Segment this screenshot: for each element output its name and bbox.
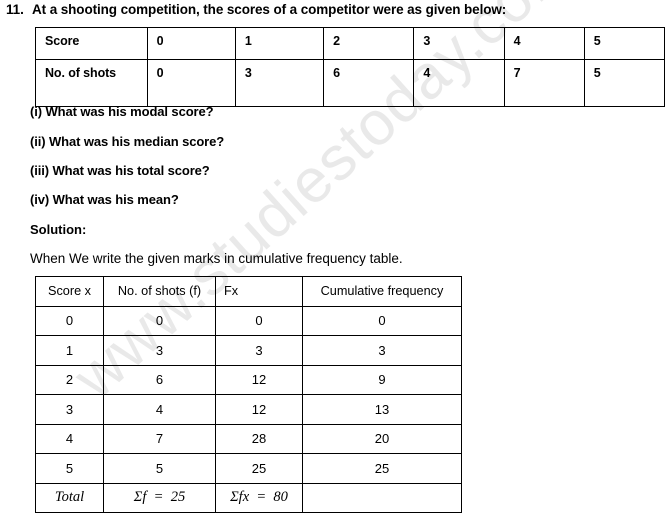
table-row: 0 0 0 0 bbox=[35, 305, 462, 336]
solution-label: Solution: bbox=[30, 222, 87, 237]
table-cell: 0 bbox=[35, 305, 104, 336]
table-cell: 5 bbox=[583, 59, 666, 107]
table-cell: 9 bbox=[302, 364, 462, 395]
table-cell: 2 bbox=[35, 364, 104, 395]
table-cell: 6 bbox=[323, 59, 415, 107]
table-header-row: Score x No. of shots (f) Fx Cumulative f… bbox=[35, 276, 462, 307]
table-cell: 25 bbox=[302, 453, 462, 484]
table-cell: 3 bbox=[302, 335, 462, 366]
table-cell: 1 bbox=[234, 27, 325, 60]
table-cell: 12 bbox=[215, 394, 303, 425]
table-row: Score 0 1 2 3 4 5 bbox=[35, 27, 666, 60]
table-cell: 3 bbox=[35, 394, 104, 425]
table-cell: 3 bbox=[103, 335, 216, 366]
document-page: 11. At a shooting competition, the scores… bbox=[0, 0, 670, 513]
table-cell: 0 bbox=[302, 305, 462, 336]
table-cell: 7 bbox=[103, 423, 216, 454]
table-cell: 1 bbox=[35, 335, 104, 366]
table-total-row: Total Σf = 25 Σfx = 80 bbox=[35, 482, 462, 513]
table-row: 4 7 28 20 bbox=[35, 423, 462, 454]
table-cell: 12 bbox=[215, 364, 303, 395]
column-header-shots: No. of shots (f) bbox=[103, 276, 216, 307]
table-cell: 13 bbox=[302, 394, 462, 425]
subquestion-ii: (ii) What was his median score? bbox=[30, 134, 225, 149]
scores-table: Score 0 1 2 3 4 5 No. of shots 0 3 6 4 7… bbox=[35, 27, 666, 107]
table-cell: 5 bbox=[103, 453, 216, 484]
table-cell: 4 bbox=[503, 27, 585, 60]
table-row: No. of shots 0 3 6 4 7 5 bbox=[35, 59, 666, 107]
column-header-score-x: Score x bbox=[35, 276, 104, 307]
table-cell: 2 bbox=[323, 27, 415, 60]
table-cell: 5 bbox=[583, 27, 666, 60]
table-cell: 4 bbox=[413, 59, 505, 107]
scores-row-label: Score bbox=[35, 27, 148, 60]
column-header-cumulative-frequency: Cumulative frequency bbox=[302, 276, 462, 307]
subquestion-iv: (iv) What was his mean? bbox=[30, 192, 179, 207]
table-cell: 0 bbox=[215, 305, 303, 336]
table-row: 2 6 12 9 bbox=[35, 364, 462, 395]
table-cell: 0 bbox=[146, 27, 236, 60]
table-cell: 28 bbox=[215, 423, 303, 454]
table-cell: 25 bbox=[215, 453, 303, 484]
sum-of-fx: Σfx = 80 bbox=[215, 482, 303, 513]
total-cumulative-cell bbox=[302, 482, 462, 513]
cumulative-frequency-table: Score x No. of shots (f) Fx Cumulative f… bbox=[35, 276, 462, 513]
table-cell: 6 bbox=[103, 364, 216, 395]
table-cell: 4 bbox=[103, 394, 216, 425]
table-cell: 5 bbox=[35, 453, 104, 484]
total-label: Total bbox=[35, 482, 104, 513]
table-cell: 3 bbox=[234, 59, 325, 107]
scores-row-label: No. of shots bbox=[35, 59, 148, 107]
subquestion-iii: (iii) What was his total score? bbox=[30, 163, 210, 178]
table-row: 3 4 12 13 bbox=[35, 394, 462, 425]
table-row: 1 3 3 3 bbox=[35, 335, 462, 366]
question-text: At a shooting competition, the scores of… bbox=[32, 2, 507, 17]
sum-of-frequencies: Σf = 25 bbox=[103, 482, 216, 513]
question-number: 11. bbox=[6, 2, 24, 17]
table-cell: 7 bbox=[503, 59, 585, 107]
page-title: 11. At a shooting competition, the scores… bbox=[6, 2, 666, 17]
table-row: 5 5 25 25 bbox=[35, 453, 462, 484]
table-cell: 0 bbox=[146, 59, 236, 107]
solution-intro-text: When We write the given marks in cumulat… bbox=[30, 251, 403, 266]
table-cell: 4 bbox=[35, 423, 104, 454]
table-cell: 20 bbox=[302, 423, 462, 454]
column-header-fx: Fx bbox=[215, 276, 303, 307]
table-cell: 0 bbox=[103, 305, 216, 336]
table-cell: 3 bbox=[413, 27, 505, 60]
subquestion-i: (i) What was his modal score? bbox=[30, 104, 214, 119]
table-cell: 3 bbox=[215, 335, 303, 366]
